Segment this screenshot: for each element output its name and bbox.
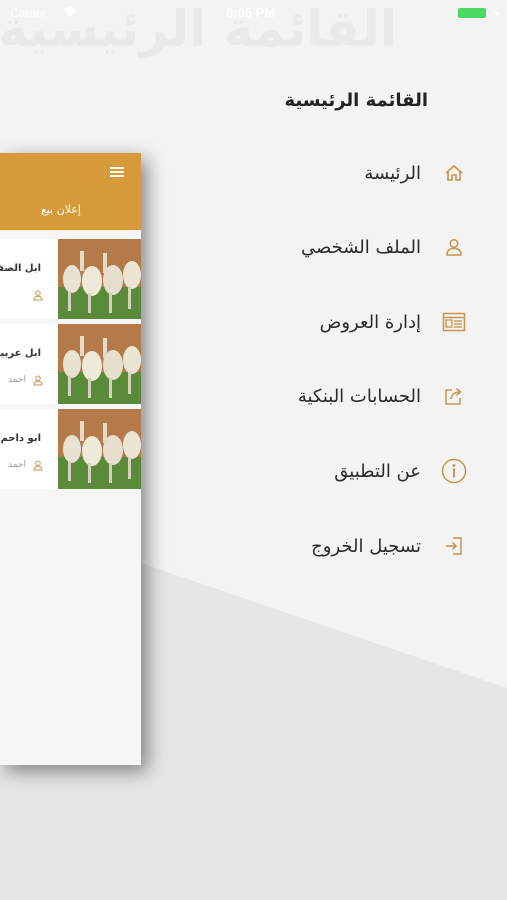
menu-item-label: عن التطبيق <box>334 460 421 482</box>
wifi-icon <box>64 7 76 17</box>
menu-item-about[interactable]: عن التطبيق <box>247 451 467 491</box>
status-time: 6:05 PM <box>226 5 276 20</box>
carrier-label: Carrier <box>10 6 47 20</box>
menu-item-label: إدارة العروض <box>319 311 421 333</box>
logout-icon <box>441 533 467 559</box>
header-subtitle: إعلان بيع <box>41 203 81 216</box>
menu-item-label: الملف الشخصي <box>301 236 421 258</box>
user-icon <box>441 234 467 260</box>
menu-item-bank-accounts[interactable]: الحسابات البنكية <box>247 376 467 416</box>
menu-item-label: الرئيسة <box>364 162 421 184</box>
user-icon <box>33 290 43 301</box>
home-icon <box>441 160 467 186</box>
camel-photo <box>58 239 141 319</box>
share-icon <box>441 383 467 409</box>
listing-item[interactable]: ابو داحم احمد <box>0 409 141 489</box>
menu-item-profile[interactable]: الملف الشخصي <box>247 227 467 267</box>
main-content-preview[interactable]: إعلان بيع ابل الصفر <box>0 153 141 765</box>
menu-title: القائمة الرئيسية <box>284 90 428 111</box>
offers-icon <box>441 309 467 335</box>
battery-icon <box>458 8 486 18</box>
listing-item[interactable]: ابل عربية احمد <box>0 324 141 404</box>
listing-title: ابل عربية <box>0 348 41 359</box>
menu-item-label: تسجيل الخروج <box>311 535 421 557</box>
charging-icon <box>492 7 500 19</box>
listing-item[interactable]: ابل الصفر <box>0 239 141 319</box>
status-bar: Carrier 6:05 PM <box>0 0 507 26</box>
menu-item-label: الحسابات البنكية <box>297 385 421 407</box>
user-icon <box>33 375 43 386</box>
menu-item-logout[interactable]: تسجيل الخروج <box>247 526 467 566</box>
camel-photo <box>58 324 141 404</box>
menu-item-offers[interactable]: إدارة العروض <box>247 302 467 342</box>
hamburger-menu-icon[interactable] <box>110 167 124 177</box>
info-icon <box>441 458 467 484</box>
app-header: إعلان بيع <box>0 153 141 230</box>
listing-seller: احمد <box>8 375 26 385</box>
listing-title: ابو داحم <box>0 433 41 444</box>
camel-photo <box>58 409 141 489</box>
listing-title: ابل الصفر <box>0 263 41 274</box>
listing-seller: احمد <box>8 460 26 470</box>
menu-item-home[interactable]: الرئيسة <box>247 153 467 193</box>
user-icon <box>33 460 43 471</box>
